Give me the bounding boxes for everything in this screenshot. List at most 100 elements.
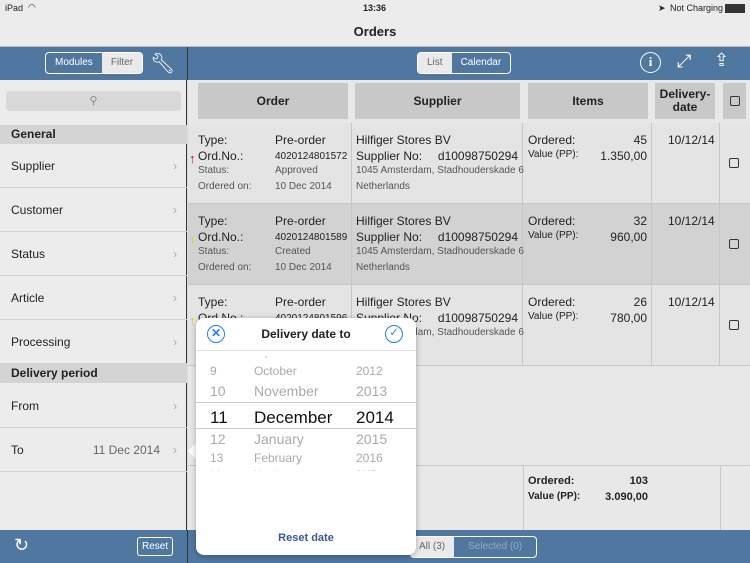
year-option[interactable]: 2011 bbox=[356, 356, 375, 358]
row-checkbox[interactable] bbox=[729, 239, 739, 249]
section-general: General bbox=[0, 125, 187, 144]
label: Ordered: bbox=[528, 214, 576, 228]
view-segment: List Calendar bbox=[417, 52, 512, 74]
header-select-all[interactable] bbox=[723, 83, 746, 119]
picker-row[interactable]: 8 September 2011 bbox=[196, 356, 416, 364]
header-supplier[interactable]: Supplier bbox=[355, 83, 520, 119]
header-items[interactable]: Items bbox=[528, 83, 648, 119]
year-option[interactable]: 2012 bbox=[356, 364, 383, 378]
day-option[interactable]: 10 bbox=[210, 383, 226, 399]
reset-date-button[interactable]: Reset date bbox=[196, 532, 416, 544]
year-option[interactable]: 2013 bbox=[356, 383, 387, 399]
delivery-date: 10/12/14 bbox=[668, 133, 715, 147]
search-input[interactable]: ⚲ bbox=[6, 91, 181, 111]
day-option[interactable]: 8 bbox=[210, 356, 215, 358]
sidebar-item-status[interactable]: Status › bbox=[0, 232, 187, 276]
day-option[interactable]: 9 bbox=[210, 364, 217, 378]
reset-button[interactable]: Reset bbox=[137, 537, 174, 556]
picker-row[interactable]: 11 December 2014 bbox=[196, 408, 416, 427]
order-number: 4020124801572 bbox=[275, 151, 348, 162]
day-option[interactable]: 14 bbox=[210, 469, 220, 471]
order-status: Created bbox=[275, 246, 311, 257]
supplier-number: d10098750294 bbox=[437, 149, 518, 163]
selection-segment: All (3) Selected (0) bbox=[410, 536, 538, 558]
year-option[interactable]: 2017 bbox=[356, 469, 376, 471]
order-type: Pre-order bbox=[275, 295, 326, 309]
picker-row[interactable]: 14 March 2017 bbox=[196, 469, 416, 471]
sidebar-item-processing[interactable]: Processing › bbox=[0, 320, 187, 364]
month-option[interactable]: October bbox=[254, 364, 297, 378]
month-option[interactable]: September bbox=[254, 356, 298, 358]
year-option[interactable]: 2016 bbox=[356, 451, 383, 465]
header-delivery-date[interactable]: Delivery-date bbox=[655, 83, 715, 119]
status-bar: iPad ◠ 13:36 ➤ Not Charging bbox=[0, 0, 750, 18]
month-option[interactable]: December bbox=[254, 408, 332, 428]
sidebar-item-customer[interactable]: Customer › bbox=[0, 188, 187, 232]
items-cell: Ordered: 26 Value (PP): 780,00 bbox=[523, 285, 652, 365]
label: Type: bbox=[198, 133, 228, 147]
date-wheel[interactable]: 8 September 2011 9 October 2012 10 Novem… bbox=[196, 356, 416, 471]
all-tab[interactable]: All (3) bbox=[411, 537, 455, 557]
order-status: Approved bbox=[275, 165, 318, 176]
label: Supplier No: bbox=[356, 149, 423, 163]
device-label: iPad bbox=[5, 3, 24, 13]
list-tab[interactable]: List bbox=[418, 53, 452, 73]
filter-tab[interactable]: Filter bbox=[101, 53, 143, 73]
confirm-icon[interactable]: ✓ bbox=[385, 325, 403, 343]
chevron-right-icon: › bbox=[173, 291, 177, 305]
label: Type: bbox=[198, 214, 228, 228]
label: Status: bbox=[198, 165, 230, 176]
delivery-cell: 10/12/14 bbox=[652, 204, 720, 284]
location-icon: ➤ bbox=[658, 3, 666, 13]
sidebar-item-article[interactable]: Article › bbox=[0, 276, 187, 320]
refresh-icon[interactable]: ↻ bbox=[14, 535, 29, 556]
supplier-country: Netherlands bbox=[356, 262, 410, 273]
sidebar-item-supplier[interactable]: Supplier › bbox=[0, 144, 187, 188]
picker-row[interactable]: 10 November 2013 bbox=[196, 383, 416, 399]
label: Ordered: bbox=[528, 133, 576, 147]
picker-row[interactable]: 9 October 2012 bbox=[196, 364, 416, 380]
checkbox-icon bbox=[729, 96, 740, 106]
day-option[interactable]: 11 bbox=[210, 408, 228, 428]
info-icon[interactable]: i bbox=[640, 52, 661, 73]
row-checkbox[interactable] bbox=[729, 158, 739, 168]
charging-status: Not Charging bbox=[670, 3, 724, 13]
delivery-cell: 10/12/14 bbox=[652, 285, 720, 365]
row-checkbox[interactable] bbox=[729, 320, 739, 330]
order-number: 4020124801589 bbox=[275, 232, 348, 243]
sidebar-item-to[interactable]: To 11 Dec 2014 › bbox=[0, 428, 187, 472]
order-value: 780,00 bbox=[610, 311, 647, 325]
chevron-right-icon: › bbox=[173, 203, 177, 217]
month-option[interactable]: February bbox=[254, 451, 302, 465]
supplier-cell: Hilfiger Stores BV Supplier No: d10098750… bbox=[352, 204, 524, 284]
table-row[interactable]: ↑ Type: Pre-order Ord.No.: 4020124801572 S… bbox=[188, 123, 750, 204]
year-option[interactable]: 2014 bbox=[356, 408, 394, 428]
sidebar-item-from[interactable]: From › bbox=[0, 384, 187, 428]
month-option[interactable]: January bbox=[254, 431, 304, 447]
picker-row[interactable]: 13 February 2016 bbox=[196, 451, 416, 467]
order-cell: Type: Pre-order Ord.No.: 4020124801572 Sta… bbox=[188, 123, 352, 203]
header-order[interactable]: Order bbox=[198, 83, 348, 119]
label: Value (PP): bbox=[528, 311, 579, 322]
table-row[interactable]: ↑ Type: Pre-order Ord.No.: 4020124801589 S… bbox=[188, 204, 750, 285]
expand-icon[interactable]: ⤢ bbox=[677, 51, 691, 72]
date-picker-popover: ✕ Delivery date to ✓ 8 September 2011 9 … bbox=[196, 318, 416, 555]
share-icon[interactable]: ⇪ bbox=[714, 50, 729, 71]
picker-row[interactable]: 12 January 2015 bbox=[196, 431, 416, 447]
modules-tab[interactable]: Modules bbox=[46, 53, 102, 73]
supplier-address: 1045 Amsterdam, Stadhouderskade 6 bbox=[356, 246, 524, 257]
year-option[interactable]: 2015 bbox=[356, 431, 387, 447]
order-type: Pre-order bbox=[275, 133, 326, 147]
day-option[interactable]: 12 bbox=[210, 431, 226, 447]
month-option[interactable]: March bbox=[254, 469, 279, 471]
to-value: 11 Dec 2014 bbox=[92, 443, 160, 457]
supplier-name: Hilfiger Stores BV bbox=[356, 214, 451, 228]
items-cell: Ordered: 45 Value (PP): 1.350,00 bbox=[523, 123, 652, 203]
day-option[interactable]: 13 bbox=[210, 451, 223, 465]
toolbar: Modules Filter 🔧︎ List Calendar i ⤢ ⇪ bbox=[0, 47, 750, 80]
selected-tab[interactable]: Selected (0) bbox=[454, 537, 536, 557]
wrench-icon[interactable]: 🔧︎ bbox=[150, 51, 175, 76]
month-option[interactable]: November bbox=[254, 383, 319, 399]
section-delivery-period: Delivery period bbox=[0, 364, 187, 383]
calendar-tab[interactable]: Calendar bbox=[452, 53, 511, 73]
